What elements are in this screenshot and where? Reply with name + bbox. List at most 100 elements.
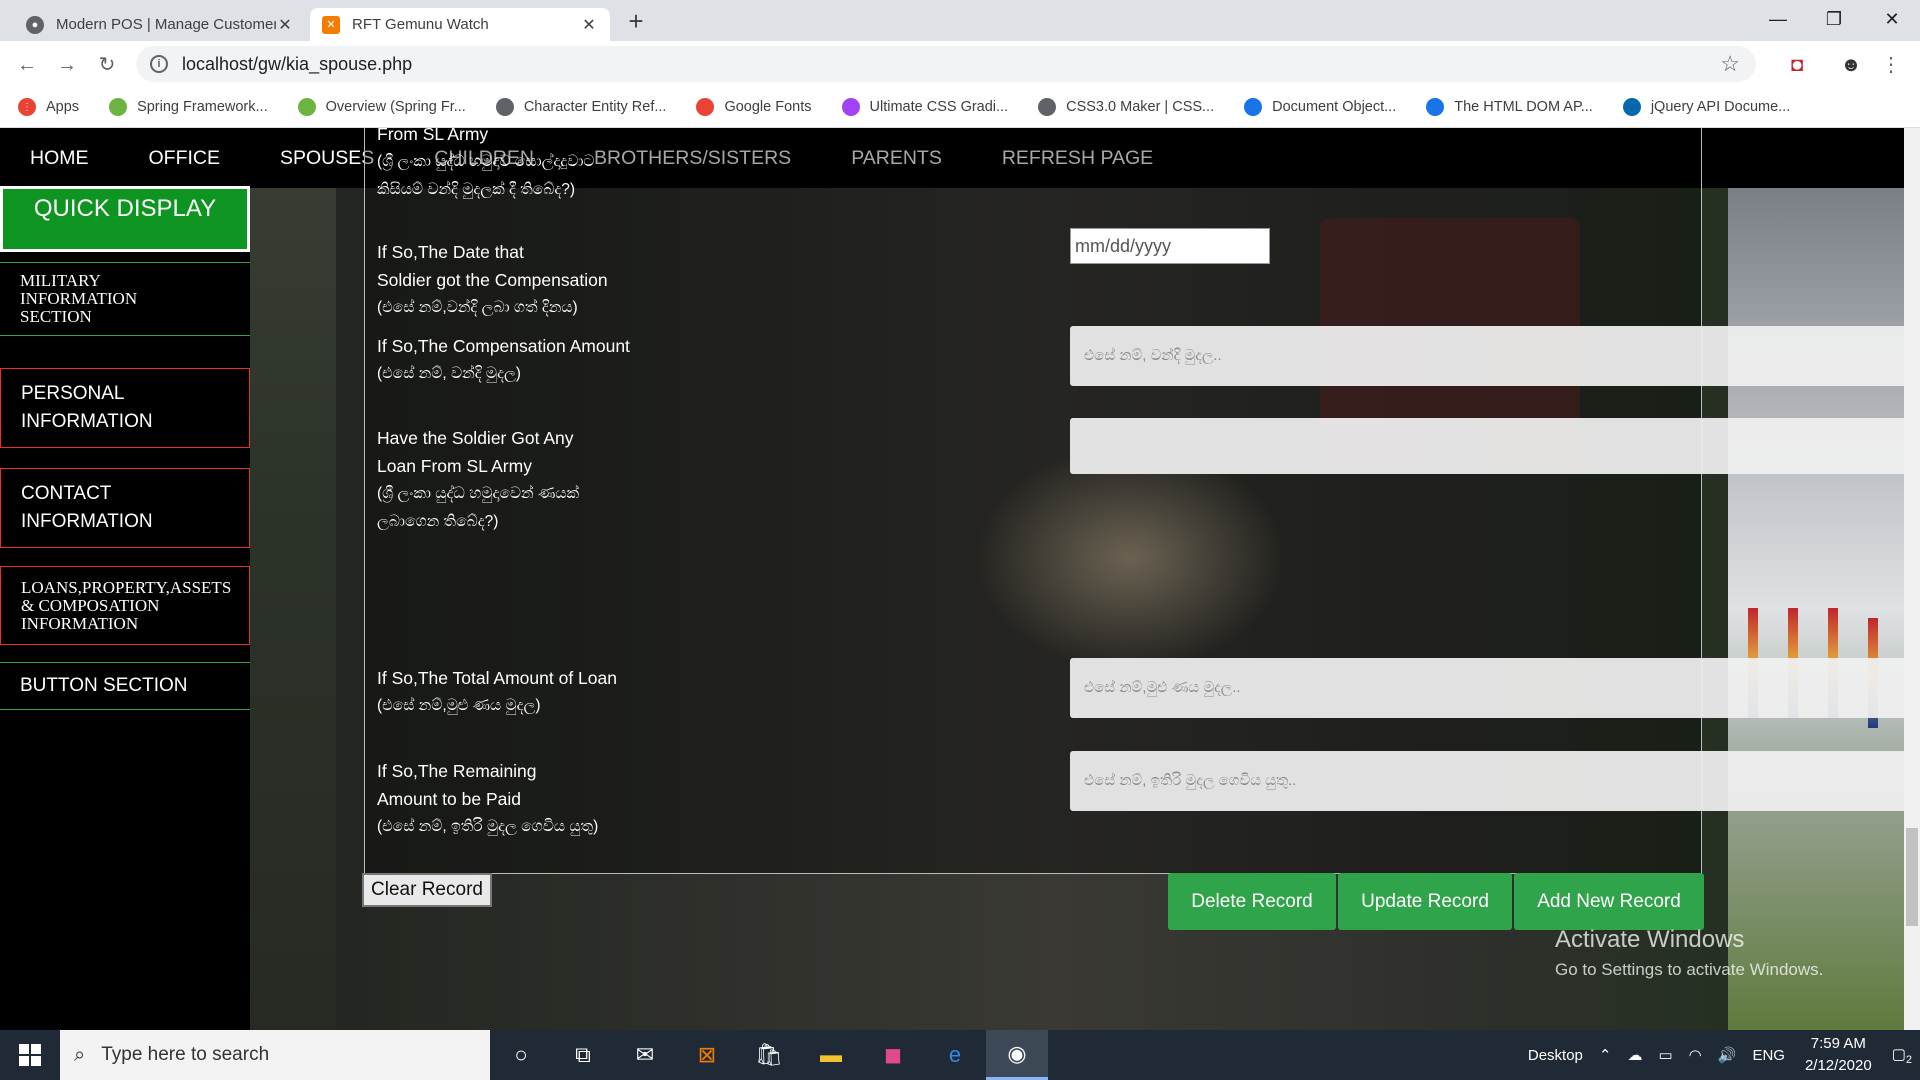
label-english: Amount to be Paid	[377, 789, 521, 809]
bookmark-item[interactable]: CSS3.0 Maker | CSS...	[1038, 98, 1214, 116]
scrollbar-thumb[interactable]	[1906, 828, 1918, 926]
sidebar-item-label: & COMPOSATION	[21, 595, 160, 615]
label-sinhala: (එසේ නම්,මුළු ණය මුදල)	[377, 697, 541, 714]
nav-home[interactable]: HOME	[0, 147, 119, 170]
sidebar-item-personal[interactable]: PERSONAL INFORMATION	[0, 368, 250, 448]
volume-icon[interactable]: 🔊	[1718, 1046, 1737, 1064]
xampp-icon[interactable]: ⊠	[676, 1030, 738, 1080]
label-english: Loan From SL Army	[377, 456, 532, 476]
language-indicator[interactable]: ENG	[1752, 1047, 1785, 1064]
close-icon[interactable]: ✕	[580, 15, 598, 35]
compensation-amount-label: If So,The Compensation Amount (එසේ නම්, …	[377, 332, 630, 388]
bookmark-label: Apps	[46, 99, 80, 115]
bookmark-label: Google Fonts	[724, 99, 812, 115]
info-icon[interactable]: i	[150, 55, 168, 73]
bookmark-item[interactable]: jQuery API Docume...	[1622, 98, 1791, 116]
sidebar-item-label: INFORMATION	[21, 511, 153, 532]
jquery-icon	[1622, 98, 1641, 116]
bookmark-label: jQuery API Docume...	[1650, 99, 1791, 115]
close-window-button[interactable]: ✕	[1862, 0, 1920, 40]
task-view-icon[interactable]: ⧉	[552, 1030, 614, 1080]
loan-select[interactable]: ▼	[1070, 418, 1920, 474]
bookmark-item[interactable]: Document Object...	[1244, 98, 1396, 116]
forward-arrow-icon[interactable]: →	[52, 50, 82, 80]
tab-modern-pos[interactable]: ● Modern POS | Manage Customer ✕	[14, 8, 306, 41]
bookmark-item[interactable]: ⋮ Apps	[18, 98, 79, 116]
compensation-date-input[interactable]: mm/dd/yyyy	[1070, 228, 1270, 264]
total-loan-label: If So,The Total Amount of Loan (එසේ නම්,…	[377, 664, 617, 720]
nav-office[interactable]: OFFICE	[119, 147, 251, 170]
bookmark-item[interactable]: Ultimate CSS Gradi...	[841, 98, 1008, 116]
chrome-icon[interactable]: ◉	[986, 1030, 1048, 1080]
compensation-amount-input[interactable]: එසේ නම්, වන්දි මුදල..	[1070, 326, 1920, 386]
compensation-date-label: If So,The Date that Soldier got the Comp…	[377, 238, 608, 322]
close-icon[interactable]: ✕	[276, 15, 294, 35]
taskbar-search-box[interactable]: ⌕ Type here to search	[60, 1030, 490, 1080]
onedrive-icon[interactable]: ☁	[1627, 1046, 1642, 1064]
wifi-icon[interactable]: ◠	[1689, 1046, 1702, 1064]
mail-icon[interactable]: ✉	[614, 1030, 676, 1080]
minimize-button[interactable]: —	[1748, 0, 1808, 40]
label-sinhala: කිසියම් වන්දි මුදලක් දී තිබේද?)	[377, 181, 576, 198]
gradient-icon	[841, 98, 860, 116]
desktop-toolbar-label[interactable]: Desktop	[1528, 1047, 1583, 1064]
store-icon[interactable]: 🛍	[738, 1030, 800, 1080]
menu-dots-icon[interactable]: ⋮	[1876, 50, 1906, 80]
remaining-amount-input[interactable]: එසේ නම්, ඉතිරි මුදල ගෙවිය යුතු..	[1070, 751, 1920, 811]
bookmark-item[interactable]: Character Entity Ref...	[495, 98, 667, 116]
sidebar-item-button-section[interactable]: BUTTON SECTION	[0, 662, 250, 710]
profile-avatar-icon[interactable]: ☻	[1836, 50, 1866, 80]
back-arrow-icon[interactable]: ←	[12, 50, 42, 80]
address-bar[interactable]: i localhost/gw/kia_spouse.php ☆	[136, 46, 1756, 82]
sidebar-item-label: LOANS,PROPERTY,ASSETS	[21, 577, 232, 597]
label-english: If So,The Compensation Amount	[377, 336, 630, 356]
cortana-icon[interactable]: ○	[490, 1030, 552, 1080]
clock[interactable]: 7:59 AM 2/12/2020	[1805, 1033, 1872, 1077]
google-fonts-icon	[696, 98, 715, 116]
edge-icon[interactable]: e	[924, 1030, 986, 1080]
maximize-button[interactable]: ❐	[1804, 0, 1864, 40]
bookmark-star-icon[interactable]: ☆	[1720, 51, 1740, 77]
update-record-button[interactable]: Update Record	[1338, 873, 1512, 930]
mdn-icon	[1426, 98, 1445, 116]
bookmark-item[interactable]: Overview (Spring Fr...	[297, 98, 466, 116]
loan-question-label: Have the Soldier Got Any Loan From SL Ar…	[377, 424, 579, 536]
sidebar-item-contact[interactable]: CONTACT INFORMATION	[0, 468, 250, 548]
bookmark-item[interactable]: Google Fonts	[696, 98, 812, 116]
reload-icon[interactable]: ↻	[92, 50, 122, 80]
battery-icon[interactable]: ▭	[1658, 1046, 1672, 1064]
label-sinhala: (ශ්‍රී ලංකා යුද්ධ හමුදාව සොල්දාදුවාට	[377, 153, 595, 170]
sidebar-item-label: INFORMATION	[21, 411, 153, 432]
chevron-up-icon[interactable]: ⌃	[1599, 1046, 1612, 1064]
globe-icon	[495, 98, 514, 116]
clear-record-button[interactable]: Clear Record	[362, 873, 492, 907]
label-sinhala: (එසේ නම්,වන්දි ලබා ගත් දිනය)	[377, 299, 578, 316]
sidebar-item-military[interactable]: MILITARY INFORMATION SECTION	[0, 262, 250, 336]
quick-display-button[interactable]: QUICK DISPLAY	[0, 186, 250, 252]
bookmark-item[interactable]: Spring Framework...	[109, 98, 268, 116]
notification-count: 2	[1905, 1053, 1912, 1066]
bookmark-label: CSS3.0 Maker | CSS...	[1066, 99, 1215, 115]
new-tab-button[interactable]: +	[620, 8, 652, 36]
pocket-icon[interactable]: ◘	[1782, 50, 1812, 80]
windows-start-icon[interactable]	[0, 1030, 60, 1080]
bookmark-item[interactable]: The HTML DOM AP...	[1426, 98, 1593, 116]
sidebar-item-label: INFORMATION	[20, 289, 138, 308]
add-new-record-button[interactable]: Add New Record	[1514, 873, 1704, 930]
tab-rft-gemunu-watch[interactable]: ✕ RFT Gemunu Watch ✕	[310, 8, 610, 41]
notification-icon[interactable]: ▢2	[1892, 1045, 1912, 1066]
total-loan-input[interactable]: එසේ නම්,මුළු ණය මුදල..	[1070, 658, 1920, 718]
delete-record-button[interactable]: Delete Record	[1168, 873, 1336, 930]
sidebar-item-label: PERSONAL	[21, 383, 125, 404]
file-explorer-icon[interactable]: ▬	[800, 1030, 862, 1080]
bookmark-label: Character Entity Ref...	[523, 99, 667, 115]
label-english: If So,The Date that	[377, 242, 524, 262]
intellij-icon[interactable]: ◼	[862, 1030, 924, 1080]
xampp-icon: ✕	[322, 15, 340, 34]
compensation-question-label: From SL Army (ශ්‍රී ලංකා යුද්ධ හමුදාව සො…	[377, 128, 595, 204]
label-sinhala: (එසේ නම්, ඉතිරි මුදල ගෙවිය යුතු)	[377, 818, 599, 835]
apps-grid-icon: ⋮	[18, 98, 36, 116]
sidebar-item-loans[interactable]: LOANS,PROPERTY,ASSETS & COMPOSATION INFO…	[0, 566, 250, 645]
sidebar: QUICK DISPLAY MILITARY INFORMATION SECTI…	[0, 186, 250, 1030]
search-icon: ⌕	[74, 1043, 86, 1066]
